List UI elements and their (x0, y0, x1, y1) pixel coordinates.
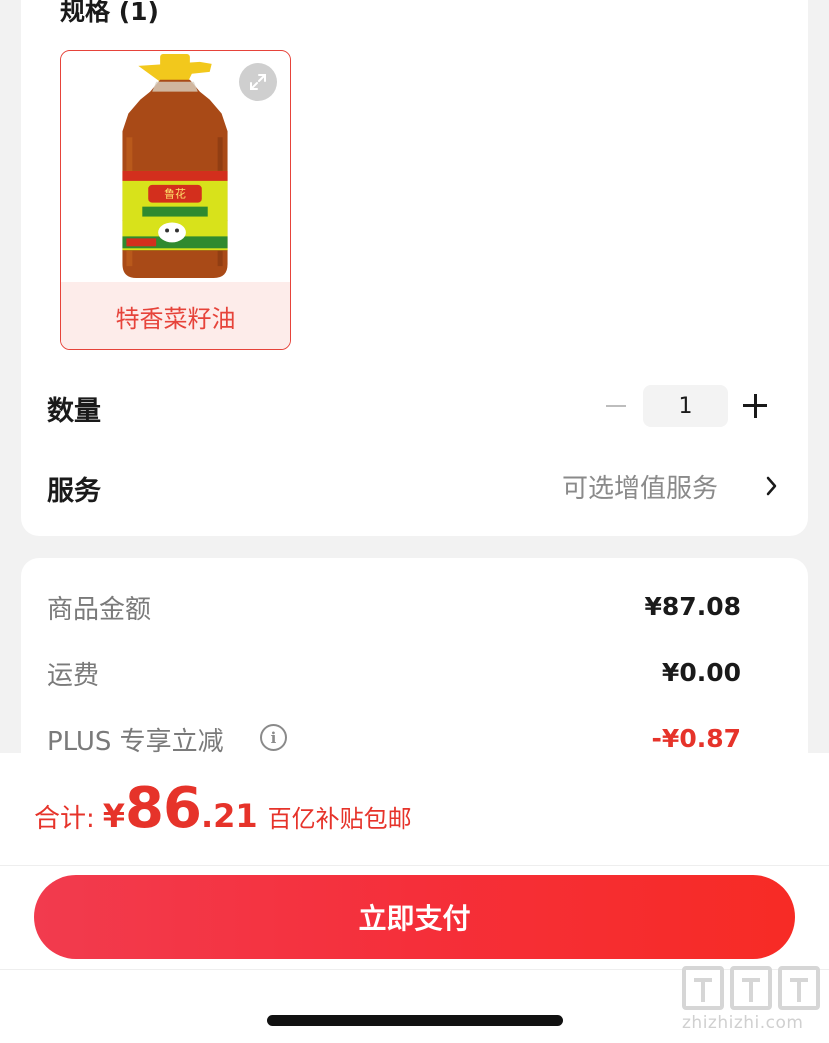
spec-title: 规格 (1) (60, 0, 159, 26)
plus-icon-vertical (753, 394, 757, 418)
divider (0, 865, 829, 866)
spec-option-label: 特香菜籽油 (61, 282, 290, 349)
service-label: 服务 (47, 476, 101, 507)
service-value[interactable]: 可选增值服务 (562, 468, 718, 505)
total-integer: 86 (125, 776, 202, 841)
total-label: 合计: (34, 804, 95, 834)
quantity-input[interactable]: 1 (643, 385, 728, 427)
quantity-decrement-button[interactable] (601, 390, 631, 422)
total-decimal: .21 (200, 797, 258, 835)
subsidy-note: 百亿补贴包邮 (267, 805, 412, 833)
total-price: 合计: ¥86.21 百亿补贴包邮 (34, 776, 412, 841)
goods-amount-value: ¥87.08 (644, 592, 741, 621)
home-indicator[interactable] (267, 1015, 563, 1026)
watermark-text: zhizhizhi.com (682, 1013, 804, 1033)
goods-amount-label: 商品金额 (47, 595, 152, 625)
minus-icon (606, 404, 626, 408)
shipping-value: ¥0.00 (661, 658, 741, 687)
shipping-label: 运费 (47, 661, 100, 691)
quantity-increment-button[interactable] (741, 391, 769, 421)
expand-icon[interactable] (239, 63, 277, 101)
total-currency: ¥ (102, 797, 126, 835)
quantity-label: 数量 (47, 396, 101, 427)
chevron-right-icon[interactable] (764, 474, 780, 498)
plus-discount-value: -¥0.87 (651, 724, 741, 753)
spec-option-selected[interactable]: 鲁花 特香菜籽油 (60, 50, 291, 350)
svg-text:鲁花: 鲁花 (164, 187, 186, 201)
info-icon[interactable]: i (260, 724, 287, 751)
pay-now-button[interactable]: 立即支付 (34, 875, 795, 959)
